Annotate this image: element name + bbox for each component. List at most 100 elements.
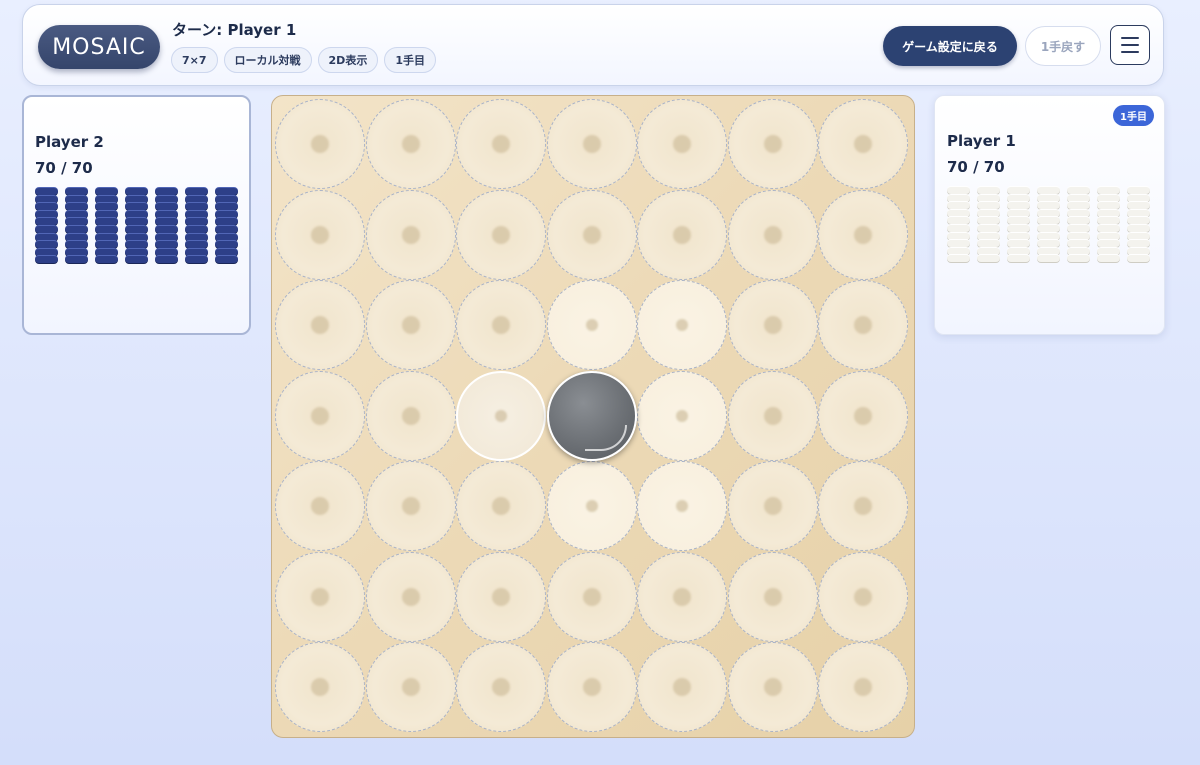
board-cell[interactable] — [365, 461, 456, 551]
piece-disc — [35, 187, 58, 195]
piece-stacks — [947, 186, 1150, 270]
cell-center-marker — [311, 135, 329, 153]
piece-disc — [1007, 186, 1030, 194]
menu-button[interactable] — [1110, 25, 1150, 65]
turn-label: ターン: Player 1 — [172, 21, 297, 39]
board-cell[interactable] — [637, 461, 727, 551]
cell-center-marker — [676, 409, 688, 422]
cell-center-marker — [673, 678, 691, 696]
piece-stack — [35, 187, 58, 271]
board-cell[interactable] — [365, 280, 456, 370]
board-cell[interactable] — [727, 189, 818, 280]
board-cell[interactable] — [456, 551, 546, 642]
board-cell[interactable] — [275, 99, 365, 189]
piece-disc — [1007, 239, 1030, 248]
move-number-chip: 1手目 — [384, 47, 436, 73]
board-cell[interactable] — [275, 642, 365, 732]
piece-count: 70 / 70 — [35, 159, 93, 177]
piece-disc — [155, 187, 178, 195]
board-cell[interactable] — [365, 189, 456, 280]
board-cell[interactable] — [727, 280, 818, 370]
board-cell[interactable] — [365, 551, 456, 642]
cell-center-marker — [673, 587, 691, 606]
board-cell[interactable] — [365, 370, 456, 461]
board-cell[interactable] — [818, 551, 908, 642]
cell-center-marker — [854, 678, 872, 696]
cell-center-marker — [854, 406, 872, 425]
board-cell[interactable] — [365, 642, 456, 732]
piece-disc — [125, 187, 148, 195]
board-cell[interactable] — [546, 461, 637, 551]
back-to-settings-button[interactable]: ゲーム設定に戻る — [883, 26, 1017, 66]
piece-disc — [947, 239, 970, 248]
piece-disc — [1007, 254, 1030, 263]
board-cell[interactable] — [546, 642, 637, 732]
board-cell[interactable] — [637, 370, 727, 461]
top-bar: MOSAIC ターン: Player 1 7×7 ローカル対戦 2D表示 1手目… — [22, 4, 1164, 86]
piece-disc — [155, 225, 178, 233]
piece-disc — [1067, 239, 1090, 248]
board-cell[interactable] — [818, 280, 908, 370]
board-cell[interactable] — [637, 642, 727, 732]
game-info-chips: 7×7 ローカル対戦 2D表示 1手目 — [171, 47, 436, 73]
cell-center-marker — [311, 316, 329, 334]
board-cell[interactable] — [275, 461, 365, 551]
piece-disc — [977, 239, 1000, 248]
piece-disc — [977, 186, 1000, 194]
board-cell[interactable] — [727, 461, 818, 551]
board-cell[interactable] — [637, 189, 727, 280]
piece-disc — [95, 187, 118, 195]
board-cell[interactable] — [727, 370, 818, 461]
piece-stack — [95, 187, 118, 271]
board-cell[interactable] — [456, 280, 546, 370]
piece-disc — [95, 225, 118, 233]
board-cell[interactable] — [275, 551, 365, 642]
board-cell[interactable] — [546, 280, 637, 370]
board-cell[interactable] — [275, 280, 365, 370]
cell-center-marker — [585, 319, 598, 331]
piece-disc — [35, 202, 58, 211]
board-cell[interactable] — [637, 551, 727, 642]
piece-stack — [977, 186, 1000, 270]
board-cell[interactable] — [637, 280, 727, 370]
piece-disc — [1007, 224, 1030, 232]
logo: MOSAIC — [38, 25, 160, 69]
undo-button[interactable]: 1手戻す — [1025, 26, 1101, 66]
board-cell[interactable] — [456, 189, 546, 280]
board-cell[interactable] — [456, 370, 546, 461]
board-cell[interactable] — [727, 642, 818, 732]
piece-disc — [977, 201, 1000, 210]
cell-center-marker — [585, 500, 598, 512]
piece-disc — [1037, 201, 1060, 210]
piece-disc — [1127, 224, 1150, 232]
piece-disc — [1037, 239, 1060, 248]
board-cell[interactable] — [818, 370, 908, 461]
board-cell[interactable] — [818, 461, 908, 551]
board-cell[interactable] — [275, 189, 365, 280]
board-cell[interactable] — [818, 99, 908, 189]
board-cell[interactable] — [637, 99, 727, 189]
board-cell[interactable] — [456, 99, 546, 189]
board-cell[interactable] — [546, 189, 637, 280]
cell-center-marker — [401, 135, 420, 153]
board-cell[interactable] — [546, 551, 637, 642]
piece-stacks — [35, 187, 238, 271]
piece-disc — [947, 186, 970, 194]
board-cell[interactable] — [365, 99, 456, 189]
cell-center-marker — [673, 225, 691, 244]
board-cell[interactable] — [546, 99, 637, 189]
cell-center-marker — [495, 409, 507, 422]
cell-center-marker — [401, 678, 420, 696]
cell-center-marker — [311, 497, 329, 515]
board-cell[interactable] — [727, 551, 818, 642]
board-cell[interactable] — [727, 99, 818, 189]
game-board[interactable] — [271, 95, 915, 738]
board-cell[interactable] — [456, 461, 546, 551]
view-chip: 2D表示 — [317, 47, 379, 73]
board-cell[interactable] — [818, 642, 908, 732]
board-cell[interactable] — [456, 642, 546, 732]
board-cell[interactable] — [275, 370, 365, 461]
board-cell[interactable] — [818, 189, 908, 280]
piece-stack — [1037, 186, 1060, 270]
cell-center-marker — [401, 587, 420, 606]
